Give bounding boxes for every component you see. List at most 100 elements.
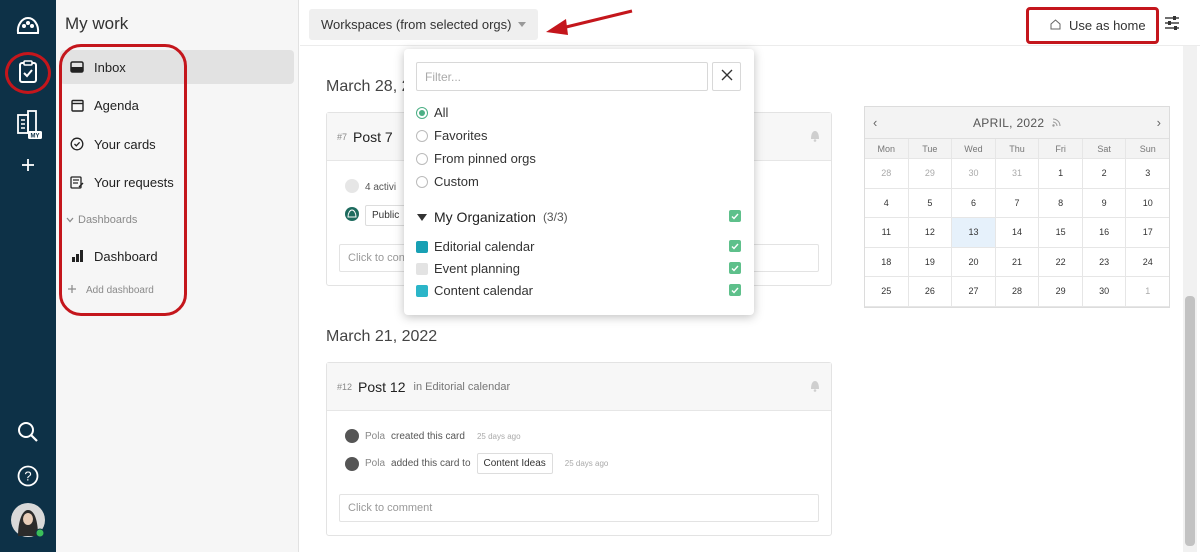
workspace-option[interactable]: Event planning — [416, 261, 520, 276]
calendar-day[interactable]: 15 — [1039, 218, 1083, 247]
calendar-day[interactable]: 10 — [1126, 189, 1169, 218]
scope-option-pinned[interactable]: From pinned orgs — [416, 151, 536, 166]
calendar-day[interactable]: 9 — [1083, 188, 1127, 217]
rss-icon[interactable] — [1052, 118, 1061, 130]
plus-icon[interactable] — [0, 143, 56, 187]
radio[interactable] — [416, 129, 428, 142]
org-checkbox[interactable] — [729, 210, 741, 222]
scrollbar-thumb[interactable] — [1185, 296, 1195, 546]
user-avatar — [345, 429, 359, 443]
calendar-day[interactable]: 26 — [909, 277, 953, 306]
calendar-day[interactable]: 11 — [865, 218, 909, 247]
scope-option-favorites[interactable]: Favorites — [416, 128, 487, 143]
calendar-month: APRIL, 2022 — [865, 116, 1169, 130]
calendar-day[interactable]: 13 — [952, 218, 996, 247]
search-icon[interactable] — [0, 410, 56, 454]
filter-input[interactable] — [416, 62, 708, 91]
calendar-day[interactable]: 29 — [1039, 277, 1083, 306]
settings-sliders-icon[interactable] — [1164, 16, 1180, 35]
calendar-dow: Mon — [865, 139, 909, 158]
calendar-day[interactable]: 17 — [1126, 218, 1169, 247]
calendar-day[interactable]: 4 — [865, 188, 909, 217]
activity-text: created this card — [391, 430, 465, 442]
radio[interactable] — [416, 152, 428, 165]
calendar-day[interactable]: 29 — [909, 159, 953, 188]
user-avatar — [345, 456, 359, 471]
chevron-right-icon[interactable]: › — [1157, 115, 1161, 130]
calendar-day[interactable]: 28 — [996, 277, 1040, 306]
card-title[interactable]: Post 7 — [353, 129, 393, 145]
workspace-scope-select[interactable]: Workspaces (from selected orgs) — [309, 9, 538, 40]
calendar-day[interactable]: 12 — [909, 218, 953, 247]
avatar[interactable] — [0, 498, 56, 542]
calendar-day[interactable]: 8 — [1039, 188, 1083, 217]
calendar-day[interactable]: 1 — [1126, 277, 1169, 306]
close-button[interactable] — [712, 62, 741, 91]
org-name: My Organization — [434, 209, 536, 225]
calendar-day[interactable]: 7 — [996, 188, 1040, 217]
calendar-day[interactable]: 5 — [909, 188, 953, 217]
bell-icon[interactable] — [809, 379, 821, 397]
calendar-dow: Sat — [1083, 139, 1127, 158]
calendar-dow: Tue — [909, 139, 953, 158]
annotation-outline — [59, 44, 187, 316]
calendar-day[interactable]: 14 — [996, 218, 1040, 247]
activity-chip[interactable]: Public — [365, 205, 407, 226]
bell-icon[interactable] — [809, 129, 821, 147]
card-header: #12 Post 12 in Editorial calendar — [327, 363, 831, 411]
calendar-day[interactable]: 3 — [1126, 159, 1169, 188]
calendar-week-row: 18 19 20 21 22 23 24 — [865, 247, 1169, 277]
card-number: #12 — [337, 381, 353, 392]
scrollbar[interactable] — [1183, 46, 1197, 552]
calendar-day[interactable]: 6 — [952, 188, 996, 217]
calendar-day[interactable]: 30 — [952, 159, 996, 188]
calendar-day[interactable]: 25 — [865, 277, 909, 306]
activity-row: Pola added this card to Content Ideas 25… — [345, 453, 608, 474]
radio[interactable] — [416, 175, 428, 188]
workspace-color-swatch — [416, 240, 428, 253]
card-workspace[interactable]: in Editorial calendar — [414, 381, 511, 393]
calendar-day[interactable]: 18 — [865, 247, 909, 276]
radio-selected[interactable] — [416, 106, 428, 119]
workspace-label: Event planning — [434, 261, 521, 276]
calendar-day[interactable]: 28 — [865, 159, 909, 188]
calendar-dow: Wed — [952, 139, 996, 158]
calendar-day[interactable]: 23 — [1083, 247, 1127, 276]
workspaces-building-icon[interactable]: MY — [0, 102, 56, 146]
card-title[interactable]: Post 12 — [358, 379, 405, 395]
activity-user[interactable]: Pola — [365, 431, 385, 442]
scope-option-custom[interactable]: Custom — [416, 174, 479, 189]
scope-option-all[interactable]: All — [416, 105, 448, 120]
activity-user[interactable]: Pola — [365, 458, 385, 469]
feed-card[interactable]: #12 Post 12 in Editorial calendar Pola c… — [326, 362, 832, 536]
activity-chip[interactable]: Content Ideas — [476, 453, 553, 474]
comment-input[interactable]: Click to comment — [339, 494, 819, 522]
calendar-day[interactable]: 30 — [1083, 277, 1127, 306]
calendar-day[interactable]: 19 — [909, 247, 953, 276]
calendar-day[interactable]: 20 — [952, 247, 996, 276]
calendar-day[interactable]: 21 — [996, 247, 1040, 276]
brand-logo-icon[interactable] — [0, 4, 56, 48]
calendar-day[interactable]: 16 — [1083, 218, 1127, 247]
workspace-option[interactable]: Content calendar — [416, 283, 533, 298]
calendar-day[interactable]: 24 — [1126, 248, 1169, 277]
calendar-day[interactable]: 27 — [952, 277, 996, 306]
workspace-option[interactable]: Editorial calendar — [416, 239, 534, 254]
org-logo-icon — [345, 207, 359, 224]
calendar-header: ‹ APRIL, 2022 › — [865, 107, 1169, 139]
feed-date-heading: March 28, 2 — [326, 78, 411, 95]
calendar-day[interactable]: 31 — [996, 159, 1040, 188]
org-group-toggle[interactable]: My Organization (3/3) — [417, 209, 568, 225]
card-number: #7 — [337, 131, 348, 142]
calendar-dow: Fri — [1039, 139, 1083, 158]
workspace-checkbox[interactable] — [729, 284, 741, 296]
help-icon[interactable]: ? — [0, 454, 56, 498]
calendar-day[interactable]: 22 — [1039, 247, 1083, 276]
calendar-day[interactable]: 2 — [1083, 159, 1127, 188]
activity-summary[interactable]: 4 activi — [345, 179, 396, 196]
calendar-week-row: 28 29 30 31 1 2 3 — [865, 159, 1169, 189]
annotation-arrow-icon — [546, 9, 633, 35]
workspace-checkbox[interactable] — [729, 240, 741, 252]
calendar-day[interactable]: 1 — [1039, 159, 1083, 188]
workspace-checkbox[interactable] — [729, 262, 741, 274]
